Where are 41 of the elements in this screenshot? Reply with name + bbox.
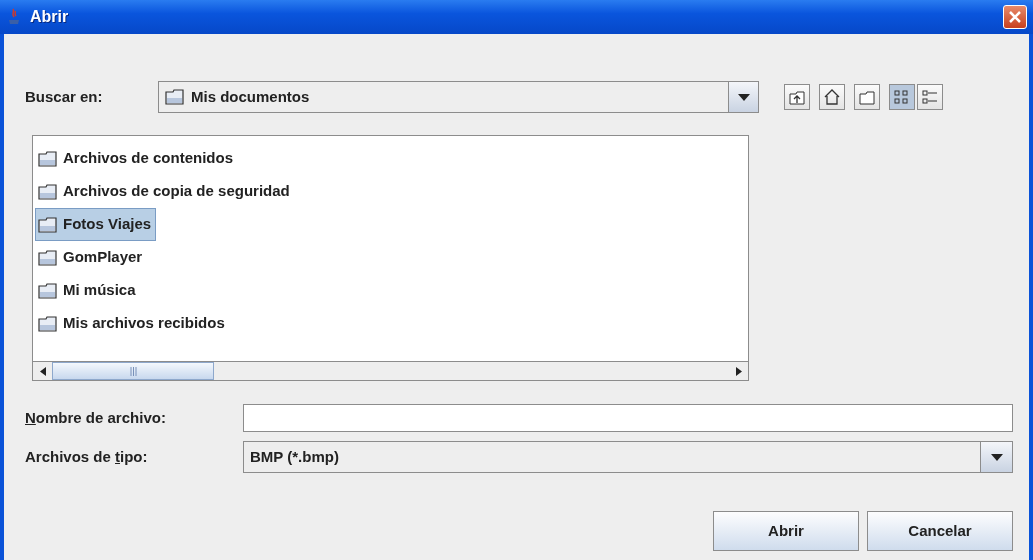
file-item[interactable]: Archivos de copia de seguridad — [35, 175, 295, 208]
file-item[interactable]: GomPlayer — [35, 241, 148, 274]
details-view-icon — [921, 88, 939, 106]
folder-icon — [38, 183, 58, 200]
folder-up-icon — [788, 88, 806, 106]
folder-icon — [38, 216, 58, 233]
grip-icon — [129, 366, 137, 376]
folder-icon — [38, 282, 58, 299]
file-item[interactable]: Mis archivos recibidos — [35, 307, 230, 340]
caret-icon — [737, 93, 750, 101]
home-icon — [823, 88, 841, 106]
cancel-button[interactable]: Cancelar — [867, 511, 1013, 551]
folder-icon — [38, 150, 58, 167]
open-button[interactable]: Abrir — [713, 511, 859, 551]
file-type-dropdown[interactable]: BMP (*.bmp) — [243, 441, 1013, 473]
file-name-field[interactable] — [243, 404, 1013, 432]
list-view-icon — [893, 88, 911, 106]
details-view-button[interactable] — [917, 84, 943, 110]
file-item[interactable]: Archivos de contenidos — [35, 142, 239, 175]
folder-icon — [38, 315, 58, 332]
folder-icon — [38, 249, 58, 266]
folder-icon — [165, 89, 185, 105]
window-title: Abrir — [30, 7, 69, 27]
new-folder-icon — [858, 88, 876, 106]
home-button[interactable] — [819, 84, 845, 110]
file-name-label: Nombre de archivo: — [25, 407, 167, 428]
horizontal-scrollbar[interactable] — [33, 361, 748, 380]
look-in-label: Buscar en: — [25, 86, 104, 107]
new-folder-button[interactable] — [854, 84, 880, 110]
close-icon — [1008, 10, 1022, 24]
file-type-label: Archivos de tipo: — [25, 446, 149, 467]
list-view-button[interactable] — [889, 84, 915, 110]
left-arrow-icon[interactable] — [39, 366, 46, 376]
cup-icon — [6, 8, 22, 26]
caret-icon — [990, 453, 1003, 461]
close-button[interactable] — [1003, 5, 1027, 29]
look-in-dropdown[interactable]: Mis documentos — [158, 81, 759, 113]
file-item[interactable]: Fotos Viajes — [35, 208, 157, 241]
folder-up-button[interactable] — [784, 84, 810, 110]
file-item[interactable]: Mi música — [35, 274, 141, 307]
right-arrow-icon[interactable] — [735, 366, 742, 376]
